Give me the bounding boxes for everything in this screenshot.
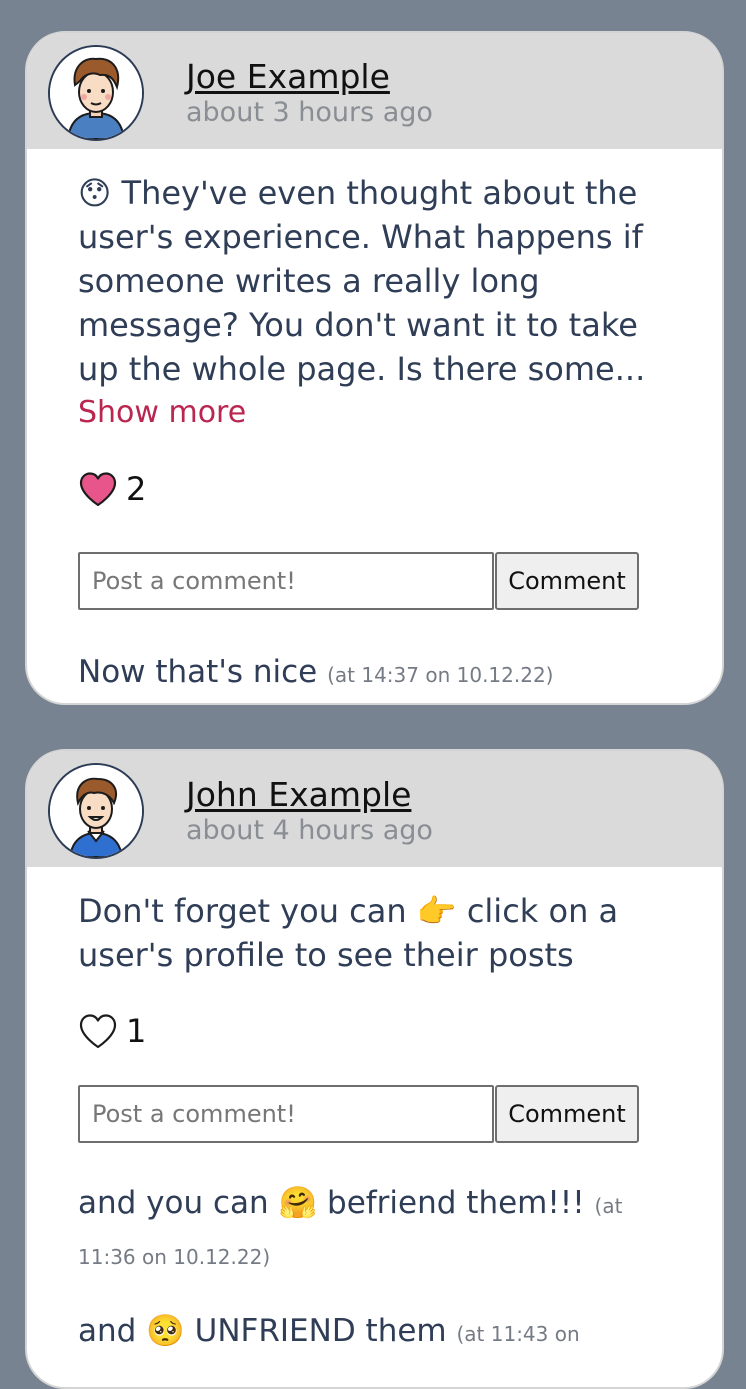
- show-more-link[interactable]: Show more: [78, 393, 722, 433]
- comment-list: and you can 🤗 befriend them!!! (at 11:36…: [78, 1179, 722, 1358]
- post-header: John Example about 4 hours ago: [27, 751, 722, 867]
- comment-form: Comment: [78, 1085, 722, 1143]
- heart-filled-icon[interactable]: [78, 471, 118, 507]
- comment-button[interactable]: Comment: [495, 552, 639, 610]
- avatar[interactable]: [48, 763, 144, 859]
- comment-item: Now that's nice (at 14:37 on 10.12.22): [78, 648, 668, 699]
- avatar-illustration: [50, 765, 142, 857]
- like-count: 1: [126, 1012, 147, 1050]
- post-message: Don't forget you can 👉 click on a user's…: [78, 889, 668, 977]
- post-body: 😯 They've even thought about the user's …: [27, 149, 722, 699]
- like-count: 2: [126, 470, 147, 508]
- post-card: Joe Example about 3 hours ago 😯 They've …: [25, 31, 724, 705]
- comment-text: and: [78, 1313, 137, 1349]
- comment-text: and you can: [78, 1185, 269, 1221]
- comment-text: befriend them!!!: [327, 1185, 585, 1221]
- author-name-link[interactable]: John Example: [186, 775, 411, 815]
- comment-timestamp: (at 11:43 on: [456, 1322, 580, 1346]
- post-body: Don't forget you can 👉 click on a user's…: [27, 867, 722, 1358]
- comment-list: Now that's nice (at 14:37 on 10.12.22): [78, 648, 722, 699]
- author-name-link[interactable]: Joe Example: [186, 57, 390, 97]
- post-message-text: They've even thought about the user's ex…: [78, 174, 646, 388]
- comment-text: Now that's nice: [78, 654, 318, 690]
- post-timestamp: about 4 hours ago: [186, 815, 433, 846]
- pleading-face-emoji: 🥺: [146, 1313, 185, 1349]
- comment-text: UNFRIEND them: [194, 1313, 447, 1349]
- pointing-right-emoji: 👉: [416, 892, 457, 930]
- comment-input[interactable]: [78, 552, 494, 610]
- like-row: 2: [78, 469, 722, 509]
- hushed-face-emoji: 😯: [78, 174, 112, 212]
- avatar[interactable]: [48, 45, 144, 141]
- comment-button[interactable]: Comment: [495, 1085, 639, 1143]
- comment-form: Comment: [78, 552, 722, 610]
- comment-item: and you can 🤗 befriend them!!! (at 11:36…: [78, 1179, 668, 1281]
- post-header: Joe Example about 3 hours ago: [27, 33, 722, 149]
- post-card: John Example about 4 hours ago Don't for…: [25, 749, 724, 1389]
- heart-outline-icon[interactable]: [78, 1013, 118, 1049]
- comment-item: and 🥺 UNFRIEND them (at 11:43 on: [78, 1307, 668, 1358]
- like-row: 1: [78, 1011, 722, 1051]
- avatar-illustration: [50, 47, 142, 139]
- post-timestamp: about 3 hours ago: [186, 97, 433, 128]
- hugging-face-emoji: 🤗: [278, 1185, 318, 1221]
- post-message-text: Don't forget you can: [78, 892, 407, 930]
- comment-input[interactable]: [78, 1085, 494, 1143]
- comment-timestamp: (at 14:37 on 10.12.22): [327, 663, 554, 687]
- post-message: 😯 They've even thought about the user's …: [78, 171, 668, 391]
